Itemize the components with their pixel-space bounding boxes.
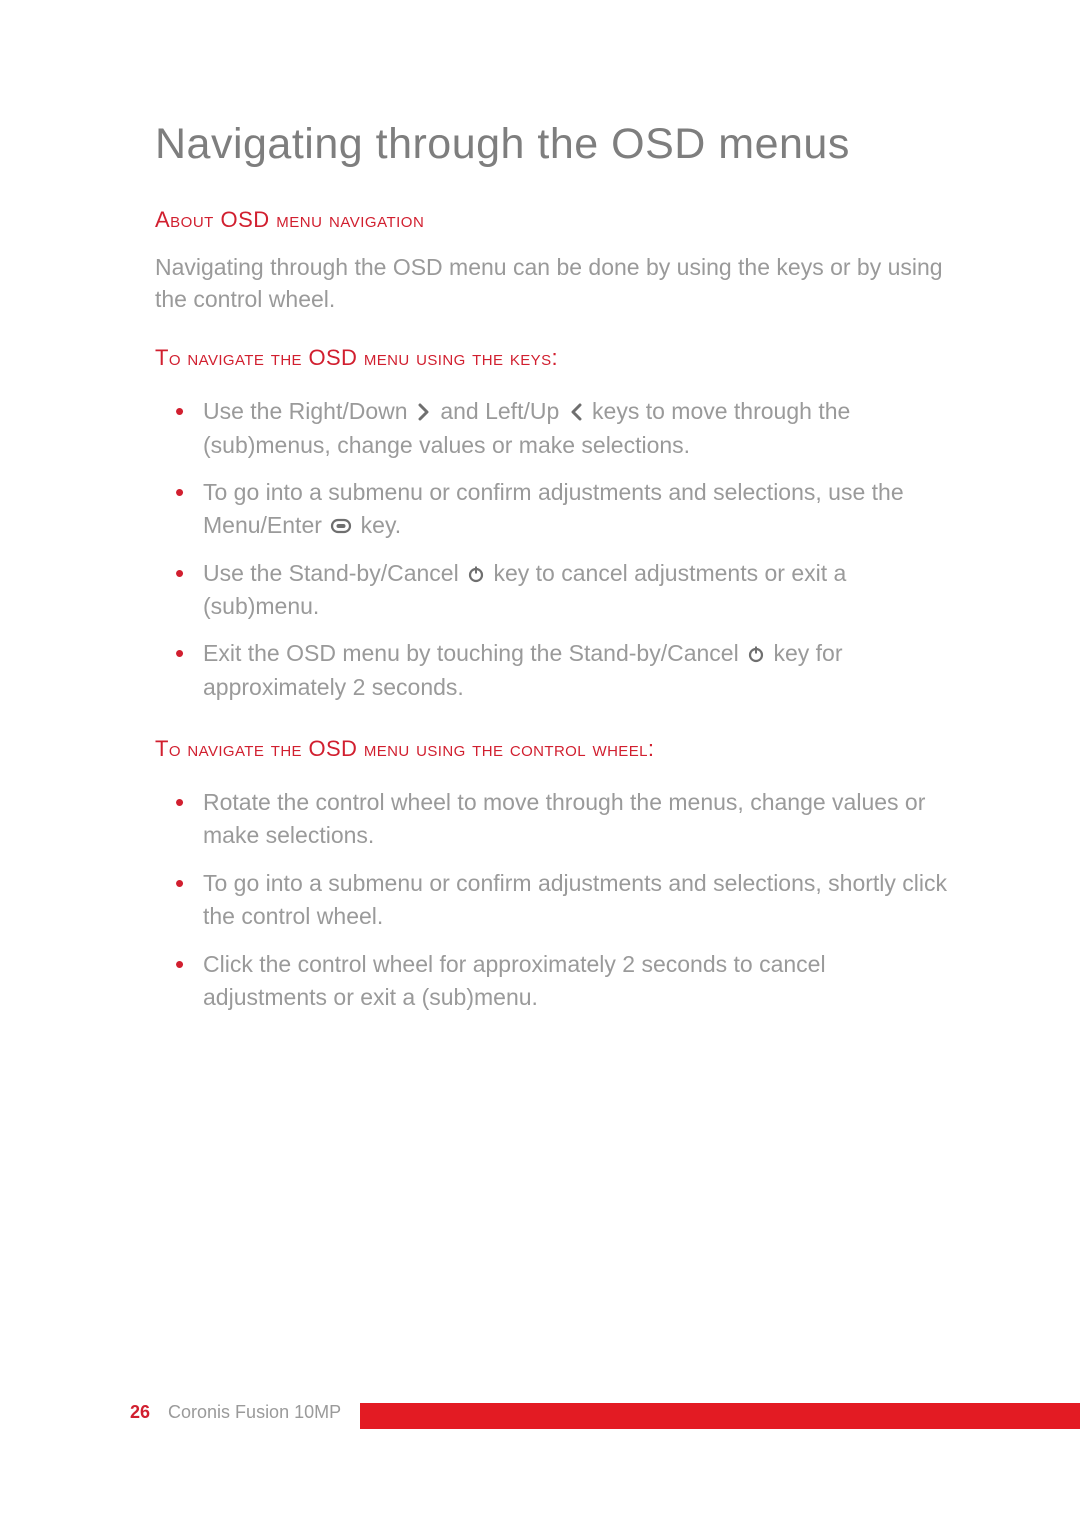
list-item: Rotate the control wheel to move through… [203, 786, 950, 853]
power-icon [467, 565, 485, 583]
page-footer: 26 Coronis Fusion 10MP [0, 1397, 1080, 1429]
page-number: 26 [130, 1402, 150, 1422]
section-heading-about: About OSD menu navigation [155, 207, 950, 233]
power-icon [747, 645, 765, 663]
list-wheel: Rotate the control wheel to move through… [155, 786, 950, 1014]
list-item: To go into a submenu or confirm adjustme… [203, 476, 950, 543]
list-keys: Use the Right/Down and Left/Up keys to m… [155, 395, 950, 704]
chevron-left-icon [568, 403, 584, 421]
list-item: Use the Stand-by/Cancel key to cancel ad… [203, 557, 950, 624]
list-item: Use the Right/Down and Left/Up keys to m… [203, 395, 950, 462]
list-item: Exit the OSD menu by touching the Stand-… [203, 637, 950, 704]
chevron-right-icon [416, 403, 432, 421]
menu-enter-icon [330, 517, 352, 535]
footer-red-bar [360, 1403, 1080, 1429]
footer-text: 26 Coronis Fusion 10MP [130, 1402, 341, 1423]
list-item: To go into a submenu or confirm adjustme… [203, 867, 950, 934]
list-item: Click the control wheel for approximatel… [203, 948, 950, 1015]
section-heading-wheel: To navigate the OSD menu using the contr… [155, 736, 950, 762]
product-name: Coronis Fusion 10MP [168, 1402, 341, 1422]
section-body-about: Navigating through the OSD menu can be d… [155, 251, 950, 315]
page-title: Navigating through the OSD menus [155, 120, 950, 169]
section-heading-keys: To navigate the OSD menu using the keys: [155, 345, 950, 371]
